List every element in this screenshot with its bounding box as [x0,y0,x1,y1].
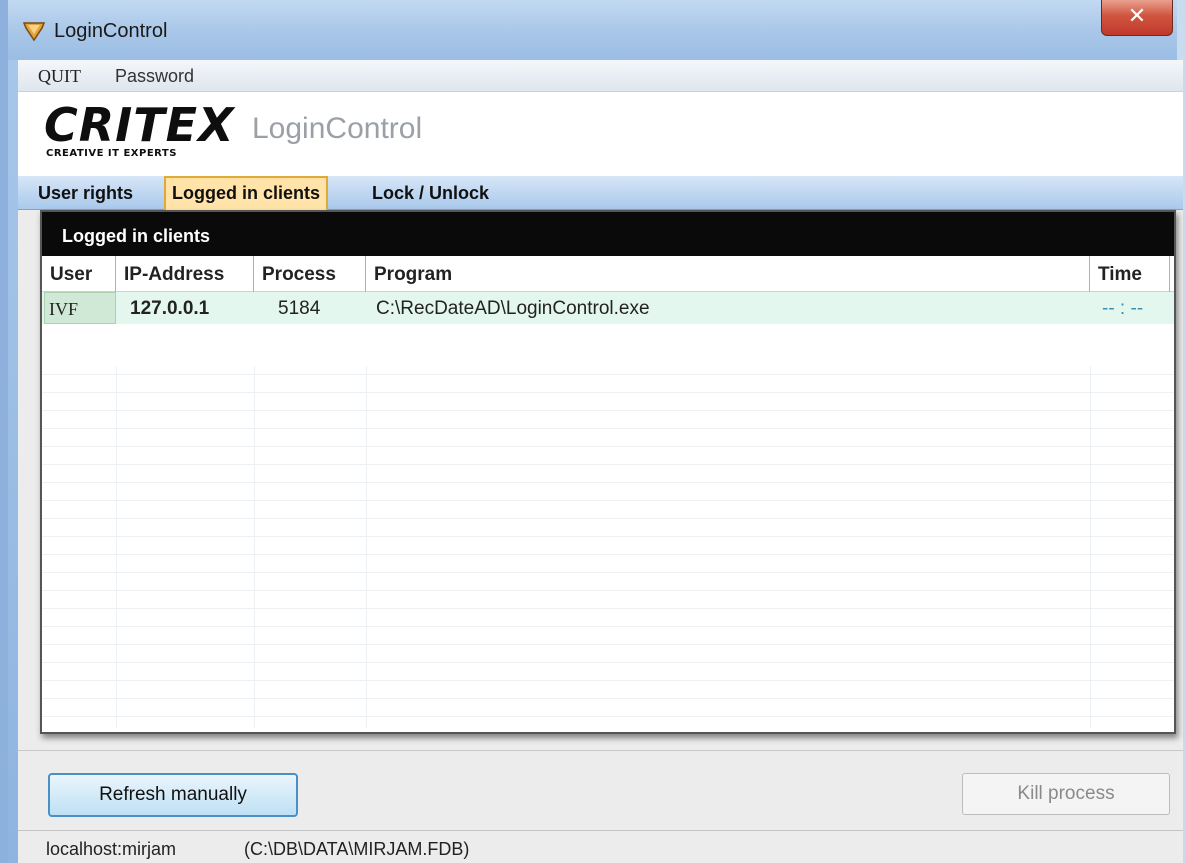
cell-time[interactable]: -- : -- [1090,292,1170,324]
grid-line [42,644,1174,645]
cell-process[interactable]: 5184 [254,292,366,324]
kill-process-button[interactable]: Kill process [962,773,1170,815]
window-title: LoginControl [54,20,168,42]
tab-strip: User rights Logged in clients Lock / Unl… [18,176,1183,211]
panel-header: Logged in clients [42,212,1174,256]
column-header-ip-address[interactable]: IP-Address [116,256,254,292]
grid-line [42,536,1174,537]
clients-grid[interactable]: User IP-Address Process Program Time IVF… [42,256,1174,734]
grid-line [42,392,1174,393]
grid-line [42,500,1174,501]
grid-divider [366,366,367,728]
menu-bar: QUIT Password [18,60,1183,92]
logged-in-clients-panel: Logged in clients User IP-Address Proces… [40,210,1176,734]
menu-quit[interactable]: QUIT [38,66,81,87]
grid-line [42,626,1174,627]
menu-password[interactable]: Password [115,66,194,87]
app-shield-icon [22,22,46,42]
tab-logged-in-clients[interactable]: Logged in clients [164,176,329,211]
grid-line [42,590,1174,591]
grid-line [42,716,1174,717]
column-header-program[interactable]: Program [366,256,1090,292]
grid-line [42,446,1174,447]
grid-line [42,554,1174,555]
close-icon: ✕ [1127,4,1147,29]
column-header-process[interactable]: Process [254,256,366,292]
tab-user-rights[interactable]: User rights [32,178,139,210]
close-button[interactable]: ✕ [1101,0,1173,36]
cell-program[interactable]: C:\RecDateAD\LoginControl.exe [366,292,1090,324]
cell-ip-address[interactable]: 127.0.0.1 [116,292,254,324]
logo-wordmark: CRITEX [44,98,235,152]
client-area: QUIT Password CRITEX CREATIVE IT EXPERTS… [18,60,1183,863]
grid-line [42,482,1174,483]
status-database-path: (C:\DB\DATA\MIRJAM.FDB) [244,839,470,859]
refresh-manually-button[interactable]: Refresh manually [48,773,298,817]
critex-logo: CRITEX CREATIVE IT EXPERTS [44,100,234,162]
grid-line [42,662,1174,663]
table-row[interactable]: IVF 127.0.0.1 5184 C:\RecDateAD\LoginCon… [42,292,1174,324]
grid-divider [254,366,255,728]
grid-line [42,698,1174,699]
app-title: LoginControl [252,112,423,145]
cell-user[interactable]: IVF [44,292,116,324]
button-bar: Refresh manually Kill process [18,750,1183,830]
logo-tagline: CREATIVE IT EXPERTS [46,148,177,159]
grid-line [42,374,1174,375]
grid-line [42,680,1174,681]
grid-line [42,464,1174,465]
grid-line [42,428,1174,429]
grid-line [42,572,1174,573]
grid-divider [116,366,117,728]
grid-line [42,518,1174,519]
status-bar: localhost:mirjam (C:\DB\DATA\MIRJAM.FDB) [18,830,1183,863]
grid-divider [1090,366,1091,728]
header-area: CRITEX CREATIVE IT EXPERTS LoginControl [18,92,1183,176]
column-header-time[interactable]: Time [1090,256,1170,292]
status-host: localhost:mirjam [46,839,177,859]
column-header-user[interactable]: User [42,256,116,292]
login-control-window: LoginControl ✕ QUIT Password CRITEX CREA… [0,0,1185,863]
panel-title: Logged in clients [62,226,211,246]
grid-line [42,608,1174,609]
grid-line [42,410,1174,411]
column-header-row: User IP-Address Process Program Time [42,256,1174,292]
title-bar[interactable]: LoginControl ✕ [8,0,1177,60]
tab-lock-unlock[interactable]: Lock / Unlock [366,178,495,210]
